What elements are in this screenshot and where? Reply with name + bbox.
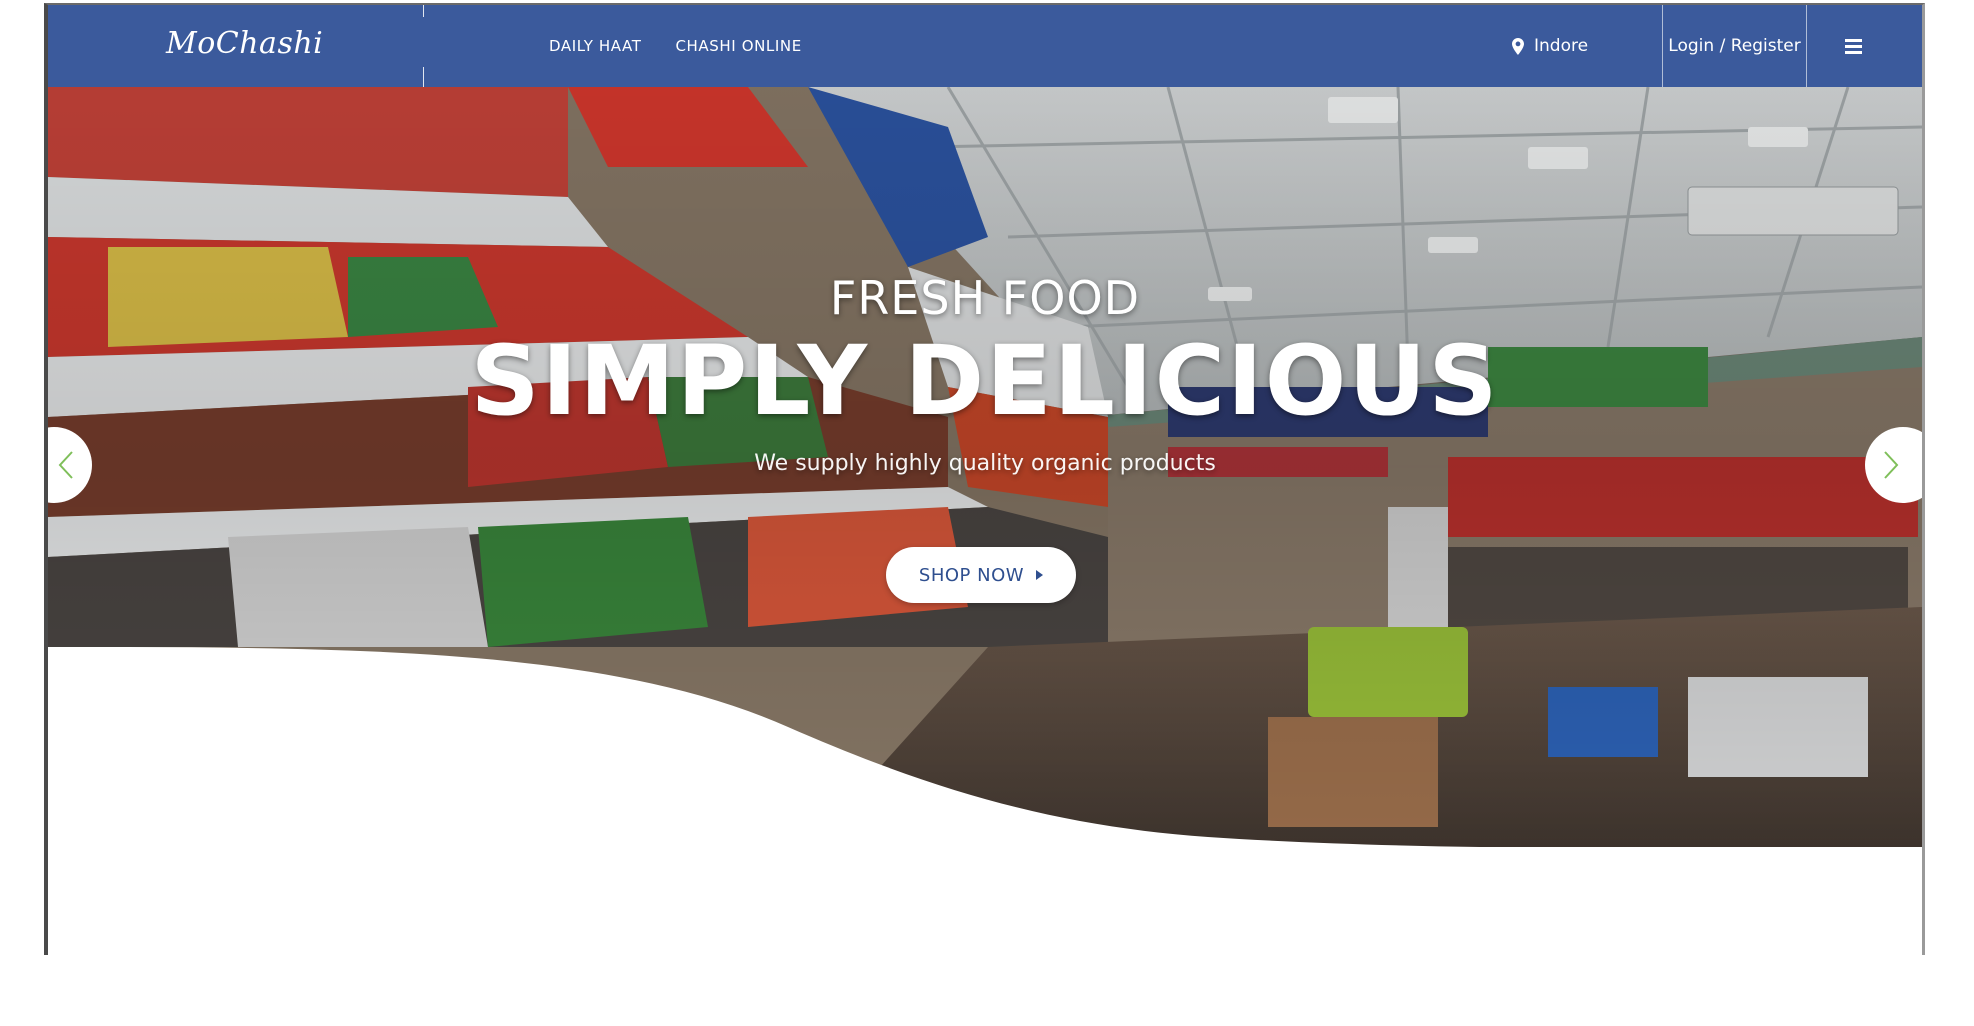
hero-kicker: FRESH FOOD [829,271,1141,325]
menu-button[interactable] [1823,5,1883,87]
hero-slider: FRESH FOOD SIMPLY DELICIOUS We supply hi… [48,87,1922,847]
chevron-left-icon [58,451,73,479]
main-nav: DAILY HAAT CHASHI ONLINE [549,5,802,87]
logo-divider-bottom [423,67,424,87]
caret-right-icon [1036,570,1044,580]
nav-link-chashi-online[interactable]: CHASHI ONLINE [675,37,801,55]
shop-now-label: SHOP NOW [918,564,1025,586]
hero-subtitle: We supply highly quality organic product… [754,451,1216,476]
site-logo[interactable]: MoChashi [166,26,323,61]
chevron-right-icon [1884,451,1899,479]
location-selector[interactable]: Indore [1512,5,1588,87]
hero-title: SIMPLY DELICIOUS [470,325,1500,437]
location-label: Indore [1534,36,1589,56]
browser-frame: MoChashi DAILY HAAT CHASHI ONLINE Indore… [44,3,1925,955]
login-register-link[interactable]: Login / Register [1662,5,1807,87]
top-navbar: MoChashi DAILY HAAT CHASHI ONLINE Indore… [48,5,1922,87]
map-pin-icon [1512,37,1524,55]
logo-divider-top [423,5,424,17]
shop-now-button[interactable]: SHOP NOW [886,547,1076,603]
hamburger-icon [1844,36,1862,57]
nav-link-daily-haat[interactable]: DAILY HAAT [549,37,641,55]
